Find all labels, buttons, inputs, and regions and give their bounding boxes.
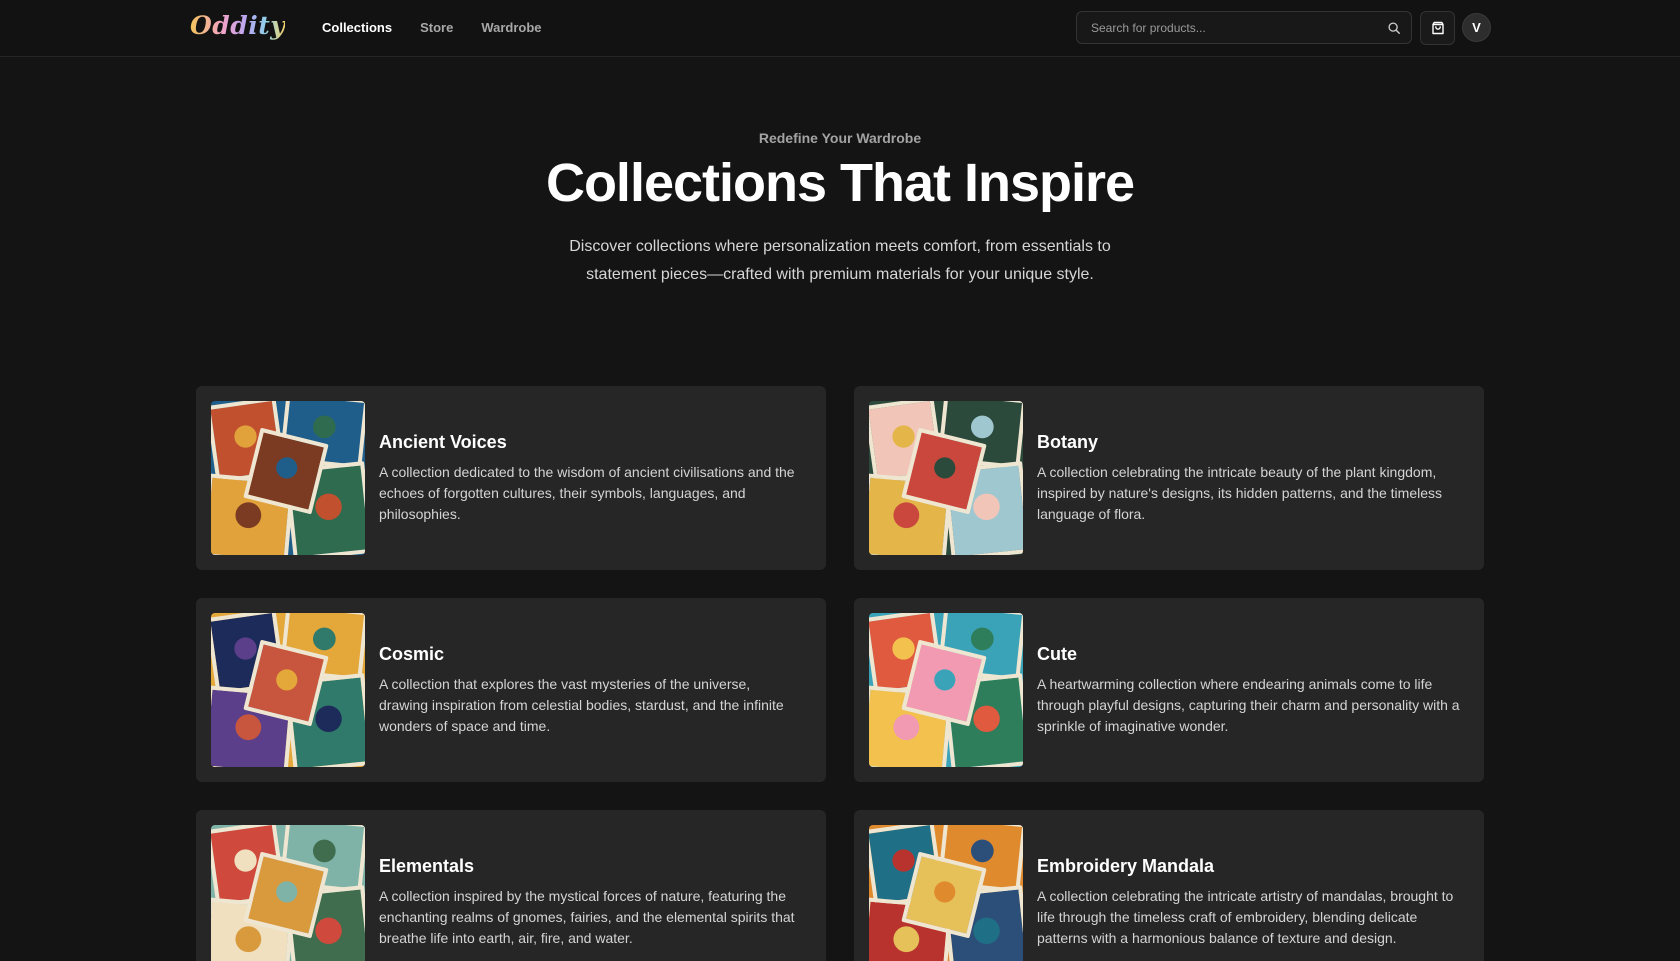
page-title: Collections That Inspire — [545, 153, 1135, 213]
search-icon[interactable] — [1387, 21, 1401, 35]
collections-grid: Ancient Voices A collection dedicated to… — [196, 386, 1484, 961]
collection-description: A heartwarming collection where endearin… — [1037, 675, 1460, 734]
collection-title: Botany — [1037, 431, 1099, 452]
card-body: Cute A heartwarming collection where end… — [1037, 644, 1469, 737]
collection-card-cute[interactable]: Cute A heartwarming collection where end… — [854, 598, 1484, 782]
nav-link-collections[interactable]: Collections — [322, 20, 392, 35]
nav-link-wardrobe[interactable]: Wardrobe — [481, 20, 541, 35]
card-body: Embroidery Mandala A collection celebrat… — [1037, 856, 1469, 949]
card-body: Ancient Voices A collection dedicated to… — [379, 432, 811, 525]
collection-thumbnail — [211, 613, 365, 767]
cart-button[interactable] — [1420, 11, 1455, 45]
collection-description: A collection celebrating the intricate b… — [1037, 463, 1443, 522]
collection-title: Cosmic — [379, 643, 445, 664]
nav-link-store[interactable]: Store — [420, 20, 453, 35]
collection-thumbnail — [211, 401, 365, 555]
collection-title: Cute — [1037, 643, 1077, 664]
collection-card-ancient-voices[interactable]: Ancient Voices A collection dedicated to… — [196, 386, 826, 570]
collection-description: A collection that explores the vast myst… — [379, 675, 784, 734]
card-body: Botany A collection celebrating the intr… — [1037, 432, 1469, 525]
collection-title: Ancient Voices — [379, 431, 507, 452]
main-nav: Collections Store Wardrobe — [322, 20, 542, 35]
collection-card-elementals[interactable]: Elementals A collection inspired by the … — [196, 810, 826, 961]
hero-subtitle: Discover collections where personalizati… — [569, 238, 1111, 283]
collection-thumbnail — [211, 825, 365, 961]
collection-card-embroidery-mandala[interactable]: Embroidery Mandala A collection celebrat… — [854, 810, 1484, 961]
collection-description: A collection inspired by the mystical fo… — [379, 887, 795, 946]
hero-eyebrow: Redefine Your Wardrobe — [758, 130, 922, 146]
collection-thumbnail — [869, 613, 1023, 767]
shopping-bag-icon — [1431, 21, 1444, 35]
collection-description: A collection dedicated to the wisdom of … — [379, 463, 795, 522]
collection-description: A collection celebrating the intricate a… — [1037, 887, 1454, 946]
card-body: Cosmic A collection that explores the va… — [379, 644, 811, 737]
card-body: Elementals A collection inspired by the … — [379, 856, 811, 949]
search-input[interactable] — [1077, 12, 1377, 43]
collection-card-cosmic[interactable]: Cosmic A collection that explores the va… — [196, 598, 826, 782]
collection-thumbnail — [869, 825, 1023, 961]
collection-card-botany[interactable]: Botany A collection celebrating the intr… — [854, 386, 1484, 570]
collection-title: Embroidery Mandala — [1037, 855, 1215, 876]
top-nav-bar: Oddity Collections Store Wardrobe V — [0, 0, 1680, 57]
user-avatar[interactable]: V — [1462, 13, 1491, 42]
collection-title: Elementals — [379, 855, 475, 876]
oddity-logo[interactable]: Oddity — [190, 11, 285, 40]
collection-thumbnail — [869, 401, 1023, 555]
search-box — [1076, 11, 1412, 44]
